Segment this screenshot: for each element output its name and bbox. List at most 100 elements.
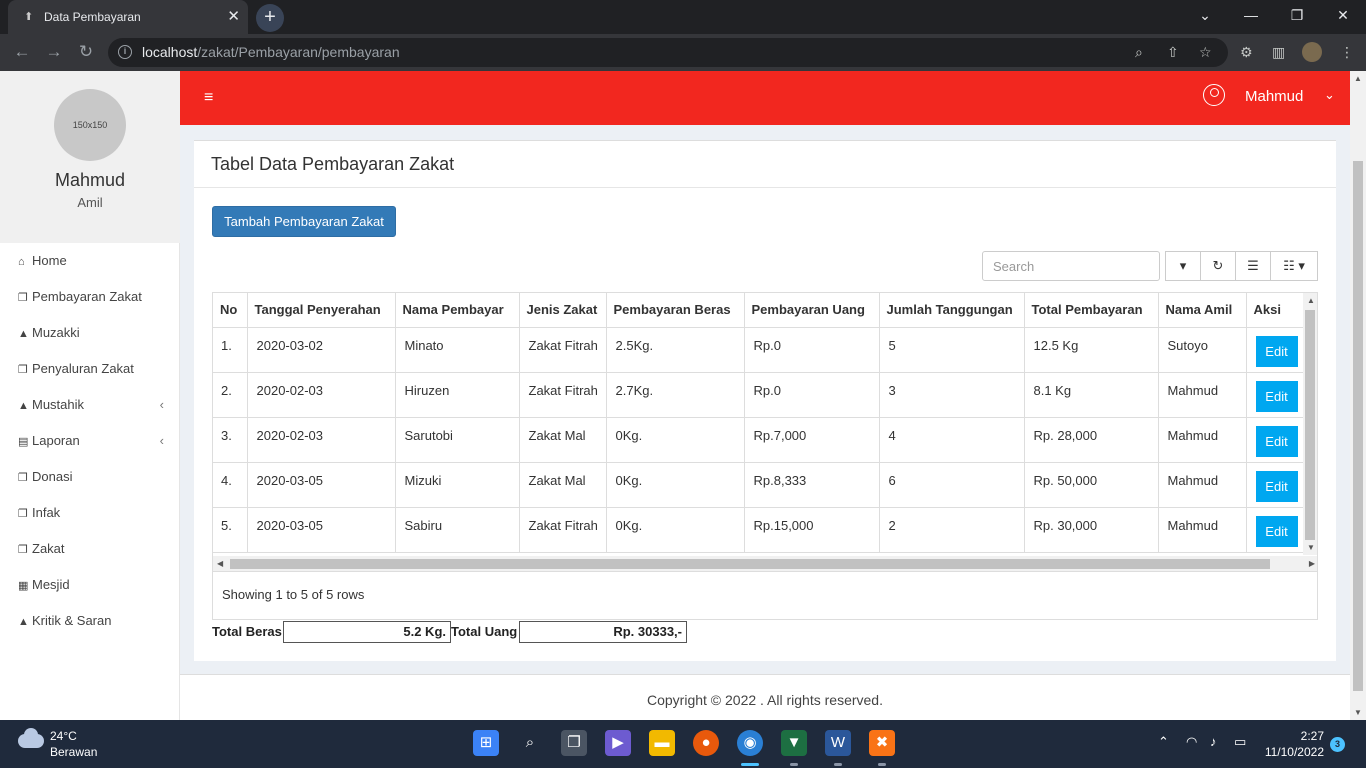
new-tab-button[interactable]: + [256,4,284,32]
page-title: Tabel Data Pembayaran Zakat [211,154,455,174]
menu-toggle-icon[interactable]: ≡ [204,89,213,107]
zoom-icon[interactable]: ⌕ [1135,44,1143,61]
teams-chat-icon[interactable]: ▶ [605,730,631,756]
extensions-icon[interactable]: ⚙ [1240,44,1253,61]
bookmark-star-icon[interactable]: ☆ [1199,44,1212,61]
page-scrollbar[interactable]: ▲ ▼ [1350,71,1366,720]
address-bar[interactable]: i localhost/zakat/Pembayaran/pembayaran … [108,38,1228,67]
chevron-up-icon[interactable]: ⌃ [1158,734,1169,750]
sidebar-item-home[interactable]: ⌂ Home [0,243,180,279]
navbar-user-name[interactable]: Mahmud [1245,88,1303,105]
sidebar-item-zakat[interactable]: ❐ Zakat [0,531,180,567]
scroll-down-icon[interactable]: ▼ [1307,543,1315,552]
column-header[interactable]: Jumlah Tanggungan [879,293,1025,328]
edit-button[interactable]: Edit [1255,380,1298,412]
columns-button[interactable]: ☷ ▾ [1270,251,1318,281]
toggle-pagination-button[interactable]: ▾ [1165,251,1201,281]
volume-icon[interactable]: ♪ [1210,734,1217,749]
column-header[interactable]: Jenis Zakat [519,293,607,328]
sidebar-item-donasi[interactable]: ❐ Donasi [0,459,180,495]
refresh-button[interactable]: ↻ [1200,251,1236,281]
edit-button[interactable]: Edit [1255,425,1298,457]
sidebar-item-penyaluran-zakat[interactable]: ❐ Penyaluran Zakat [0,351,180,387]
column-header[interactable]: No [213,293,248,328]
forward-button[interactable]: → [42,41,66,65]
chrome-icon[interactable]: ◉ [737,730,763,756]
share-icon[interactable]: ⇧ [1167,44,1179,61]
browser-tab[interactable]: ⬆ Data Pembayaran ✕ [8,0,248,34]
column-header[interactable]: Aksi [1246,293,1304,328]
column-header[interactable]: Nama Pembayar [395,293,520,328]
sidebar-item-pembayaran-zakat[interactable]: ❐ Pembayaran Zakat [0,279,180,315]
running-app-indicator [790,763,798,766]
file-explorer-icon[interactable]: ▬ [649,730,675,756]
search-input[interactable] [982,251,1160,281]
cell-dependents: 2 [879,507,1025,553]
column-header[interactable]: Pembayaran Uang [744,293,880,328]
sidebar-item-mustahik[interactable]: ▲ Mustahik ‹ [0,387,180,423]
tab-close-icon[interactable]: ✕ [227,7,240,25]
weather-condition[interactable]: Berawan [50,745,97,759]
column-header[interactable]: Total Pembayaran [1024,293,1159,328]
weather-temperature[interactable]: 24°C [50,729,77,743]
cell-dependents: 4 [879,417,1025,463]
search-icon[interactable]: ⌕ [517,730,543,756]
payment-table-container: No Tanggal Penyerahan Nama Pembayar Jeni… [212,292,1318,572]
side-panel-icon[interactable]: ▥ [1272,44,1285,61]
sidebar-item-muzakki[interactable]: ▲ Muzakki [0,315,180,351]
edit-button[interactable]: Edit [1255,470,1298,502]
cell-dependents: 5 [879,327,1025,373]
table-horizontal-scrollbar[interactable]: ◀ ▶ [213,556,1317,571]
notification-badge[interactable]: 3 [1330,737,1345,752]
sidebar-item-mesjid[interactable]: ▦ Mesjid [0,567,180,603]
profile-avatar[interactable] [1302,42,1322,62]
word-icon[interactable]: W [825,730,851,756]
edit-button[interactable]: Edit [1255,515,1298,547]
scroll-left-icon[interactable]: ◀ [217,559,223,568]
close-window-button[interactable]: ✕ [1320,0,1366,32]
column-header[interactable]: Nama Amil [1158,293,1247,328]
list-icon: ☰ [1247,258,1259,273]
sidebar-item-kritik-saran[interactable]: ▲ Kritik & Saran [0,603,180,639]
user-avatar: 150x150 [54,89,126,161]
chevron-down-icon[interactable]: ⌄ [1324,87,1335,103]
scroll-up-icon[interactable]: ▲ [1354,74,1362,83]
installer-icon[interactable]: ▼ [781,730,807,756]
xampp-icon[interactable]: ✖ [869,730,895,756]
edit-button[interactable]: Edit [1255,335,1298,367]
reload-button[interactable]: ↻ [74,41,98,65]
site-info-icon[interactable]: i [118,45,132,59]
page-footer: Copyright © 2022 . All rights reserved. [180,674,1350,720]
toggle-view-button[interactable]: ☰ [1235,251,1271,281]
building-icon: ▦ [18,580,29,592]
active-app-indicator [741,763,759,766]
sidebar-item-laporan[interactable]: ▤ Laporan ‹ [0,423,180,459]
clock-date[interactable]: 11/10/2022 [1262,745,1324,759]
scroll-right-icon[interactable]: ▶ [1309,559,1315,568]
total-money-value: Rp. 30333,- [519,621,687,643]
table-vscroll-thumb[interactable] [1305,310,1315,540]
sidebar-item-infak[interactable]: ❐ Infak [0,495,180,531]
task-view-icon[interactable]: ❐ [561,730,587,756]
table-hscroll-thumb[interactable] [230,559,1270,569]
firefox-icon[interactable]: ● [693,730,719,756]
clock-time[interactable]: 2:27 [1290,729,1324,743]
column-header[interactable]: Tanggal Penyerahan [247,293,396,328]
add-payment-button[interactable]: Tambah Pembayaran Zakat [212,206,396,237]
restore-button[interactable]: ❐ [1274,0,1320,32]
browser-menu-icon[interactable]: ⋮ [1340,44,1354,61]
cell-total: Rp. 28,000 [1024,417,1159,463]
cloud-icon[interactable] [18,728,44,748]
user-circle-icon[interactable] [1203,84,1225,106]
scroll-up-icon[interactable]: ▲ [1307,296,1315,305]
wifi-icon[interactable]: ◠ [1186,734,1197,750]
tab-search-icon[interactable]: ⌄ [1182,0,1228,32]
battery-icon[interactable]: ▭ [1234,734,1246,750]
back-button[interactable]: ← [10,41,34,65]
page-scrollbar-thumb[interactable] [1353,161,1363,691]
column-header[interactable]: Pembayaran Beras [606,293,745,328]
table-vertical-scrollbar[interactable]: ▲ ▼ [1303,293,1317,555]
minimize-button[interactable]: — [1228,0,1274,32]
start-icon[interactable]: ⊞ [473,730,499,756]
scroll-down-icon[interactable]: ▼ [1354,708,1362,717]
